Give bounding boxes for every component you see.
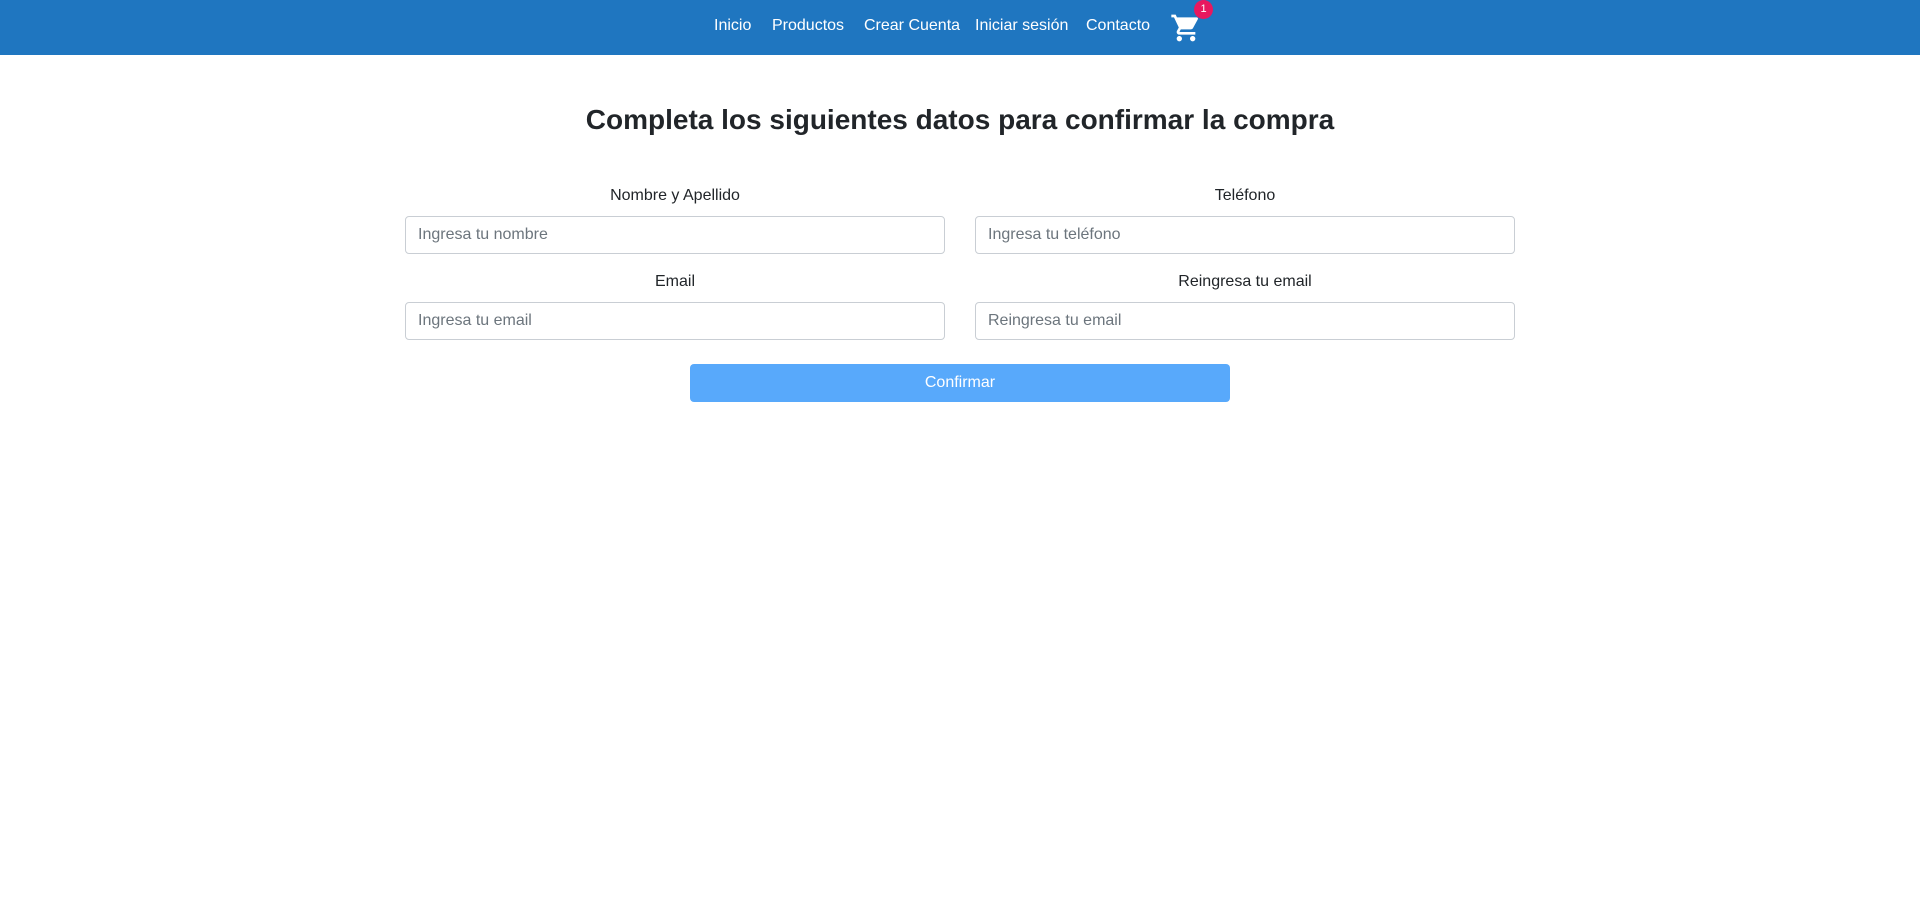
name-label: Nombre y Apellido	[610, 187, 740, 204]
nav-link-productos[interactable]: Productos	[772, 0, 844, 52]
phone-label: Teléfono	[1214, 187, 1276, 204]
cart-count-badge: 1	[1194, 0, 1213, 19]
email-input[interactable]	[405, 302, 945, 340]
nav-link-crear-cuenta[interactable]: Crear Cuenta	[864, 0, 960, 52]
confirm-button[interactable]: Confirmar	[690, 364, 1230, 402]
nav-link-inicio[interactable]: Inicio	[714, 0, 751, 52]
nav-link-iniciar-sesion[interactable]: Iniciar sesión	[975, 0, 1068, 52]
email-confirm-input[interactable]	[975, 302, 1515, 340]
page-title: Completa los siguientes datos para confi…	[585, 104, 1335, 135]
email-confirm-label: Reingresa tu email	[1178, 273, 1312, 290]
email-label: Email	[654, 273, 695, 290]
nav-link-contacto[interactable]: Contacto	[1086, 0, 1150, 52]
name-input[interactable]	[405, 216, 945, 254]
navbar: Inicio Productos Crear Cuenta Iniciar se…	[0, 0, 1920, 55]
phone-input[interactable]	[975, 216, 1515, 254]
